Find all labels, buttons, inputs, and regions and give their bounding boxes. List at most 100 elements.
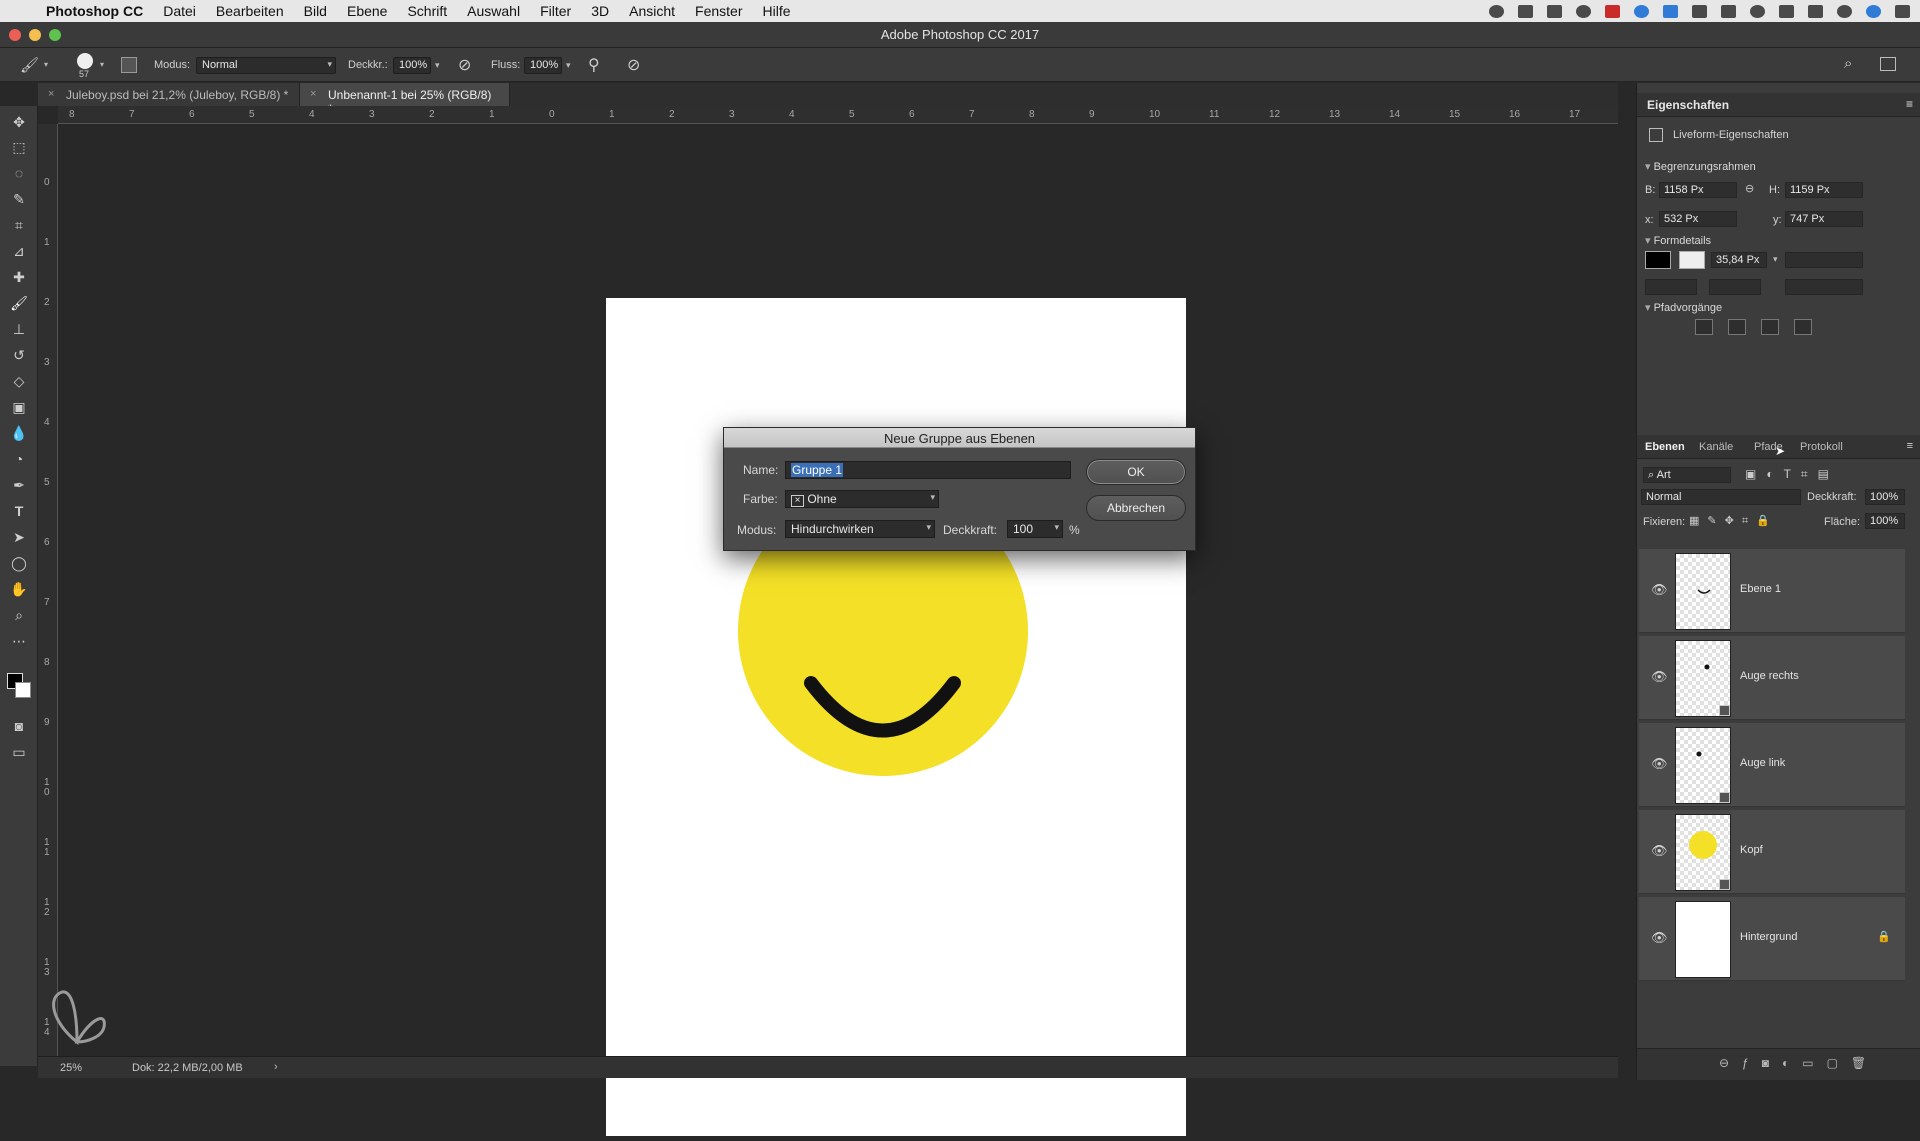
brush-tool-icon[interactable]: 🖌 <box>20 56 39 74</box>
stroke-align-select[interactable] <box>1645 279 1697 295</box>
name-input[interactable]: Gruppe 1 <box>785 461 1071 479</box>
layer-row[interactable]: 👁 Auge rechts <box>1639 636 1905 720</box>
menu-bearbeiten[interactable]: Bearbeiten <box>216 3 284 19</box>
dropbox-icon[interactable] <box>1663 4 1678 18</box>
path-selection-tool-icon[interactable]: ➤ <box>9 527 29 547</box>
menu-fenster[interactable]: Fenster <box>695 3 742 19</box>
opacity-dropdown-icon[interactable]: ▾ <box>435 60 440 71</box>
path-operations-section-header[interactable]: Pfadvorgänge <box>1645 301 1723 314</box>
blur-tool-icon[interactable]: 💧 <box>9 423 29 443</box>
menu-ebene[interactable]: Ebene <box>347 3 387 19</box>
crop-tool-icon[interactable]: ⌗ <box>9 215 29 235</box>
flow-input[interactable]: 100% <box>524 57 562 74</box>
brush-picker-dropdown-icon[interactable]: ▾ <box>100 60 104 69</box>
zoom-level[interactable]: 25% <box>60 1062 82 1074</box>
visibility-eye-icon[interactable]: 👁 <box>1651 756 1668 772</box>
pen-tool-icon[interactable]: ✒ <box>9 475 29 495</box>
screen-icon[interactable] <box>1692 4 1707 18</box>
layer-filter-icons[interactable]: ▣◐T⌗▤ <box>1745 467 1839 482</box>
eraser-tool-icon[interactable]: ◇ <box>9 371 29 391</box>
layer-opacity-input[interactable]: 100% <box>1865 489 1905 505</box>
canvas-area[interactable] <box>52 124 1618 1136</box>
width-input[interactable]: 1158 Px <box>1659 182 1737 198</box>
quick-mask-icon[interactable]: ◙ <box>9 716 29 736</box>
background-color-swatch[interactable] <box>15 682 31 698</box>
gradient-tool-icon[interactable]: ▣ <box>9 397 29 417</box>
visibility-eye-icon[interactable]: 👁 <box>1651 930 1668 946</box>
screen-mode-icon[interactable]: ▭ <box>9 742 29 762</box>
airbrush-icon[interactable]: ⚲ <box>588 55 600 75</box>
eyedropper-tool-icon[interactable]: ⊿ <box>9 241 29 261</box>
menu-hilfe[interactable]: Hilfe <box>763 3 791 19</box>
dodge-tool-icon[interactable]: ◔ <box>9 449 29 469</box>
marquee-tool-icon[interactable]: ⬚ <box>9 137 29 157</box>
lasso-tool-icon[interactable]: ◌ <box>9 163 29 183</box>
height-input[interactable]: 1159 Px <box>1785 182 1863 198</box>
wifi-icon[interactable] <box>1808 4 1823 18</box>
ok-button[interactable]: OK <box>1086 459 1186 485</box>
siri-icon[interactable] <box>1866 4 1881 18</box>
tool-preset-dropdown-icon[interactable]: ▾ <box>44 60 48 69</box>
creative-cloud-icon[interactable] <box>1576 4 1591 18</box>
layer-row[interactable]: 👁 Kopf <box>1639 810 1905 894</box>
pressure-opacity-icon[interactable]: ⊘ <box>458 55 471 75</box>
stroke-width-dropdown-icon[interactable]: ▾ <box>1773 254 1778 265</box>
visibility-eye-icon[interactable]: 👁 <box>1651 843 1668 859</box>
tab-kanaele[interactable]: Kanäle <box>1699 441 1733 453</box>
bluetooth-icon[interactable] <box>1779 4 1794 18</box>
more-tools-icon[interactable]: ⋯ <box>9 631 29 651</box>
visibility-eye-icon[interactable]: 👁 <box>1651 669 1668 685</box>
layer-filter-select[interactable]: ⌕ Art <box>1643 467 1731 483</box>
visibility-eye-icon[interactable]: 👁 <box>1651 582 1668 598</box>
zoom-tool-icon[interactable]: ⌕ <box>9 605 29 625</box>
notification-center-icon[interactable] <box>1895 4 1910 18</box>
airplay-icon[interactable] <box>1721 4 1736 18</box>
menu-bild[interactable]: Bild <box>304 3 327 19</box>
layers-panel-menu-icon[interactable]: ≡ <box>1907 440 1913 452</box>
opacity-input[interactable]: 100% <box>393 57 431 74</box>
opacity-input[interactable]: 100 <box>1007 520 1063 538</box>
y-input[interactable]: 747 Px <box>1785 211 1863 227</box>
stroke-color-swatch[interactable] <box>1679 251 1705 269</box>
healing-brush-tool-icon[interactable]: ✚ <box>9 267 29 287</box>
brush-preview-icon[interactable] <box>77 53 93 69</box>
mode-select[interactable]: Normal <box>196 57 336 74</box>
path-subtract-icon[interactable] <box>1728 319 1746 335</box>
tab-protokoll[interactable]: Protokoll <box>1800 441 1843 453</box>
panel-menu-icon[interactable]: ≡ <box>1906 97 1913 111</box>
path-combine-icon[interactable] <box>1695 319 1713 335</box>
layer-row[interactable]: 👁 Auge link <box>1639 723 1905 807</box>
fill-color-swatch[interactable] <box>1645 251 1671 269</box>
record-icon[interactable] <box>1489 4 1504 18</box>
lock-icons[interactable]: ▦✎✥⌗🔒 <box>1689 514 1778 528</box>
x-input[interactable]: 532 Px <box>1659 211 1737 227</box>
search-icon[interactable]: ⌕ <box>1844 55 1852 72</box>
sync-icon[interactable] <box>1634 4 1649 18</box>
clone-stamp-tool-icon[interactable]: ⊥ <box>9 319 29 339</box>
close-tab-icon[interactable]: × <box>310 88 316 100</box>
quick-selection-tool-icon[interactable]: ✎ <box>9 189 29 209</box>
shape-details-section-header[interactable]: Formdetails <box>1645 234 1711 247</box>
menu-filter[interactable]: Filter <box>540 3 571 19</box>
pressure-size-icon[interactable]: ⊘ <box>627 55 640 75</box>
hand-tool-icon[interactable]: ✋ <box>9 579 29 599</box>
layer-blend-mode-select[interactable]: Normal <box>1641 489 1801 505</box>
flow-dropdown-icon[interactable]: ▾ <box>566 60 571 71</box>
spotlight-icon[interactable] <box>1837 4 1852 18</box>
horizontal-ruler[interactable]: 8 7 6 5 4 3 2 1 0 1 2 3 4 5 6 7 8 9 10 11 12 13 14 15 16 17 <box>58 106 1618 124</box>
ellipse-tool-icon[interactable]: ◯ <box>9 553 29 573</box>
close-tab-icon[interactable]: × <box>48 88 54 100</box>
tab-ebenen[interactable]: Ebenen <box>1645 441 1685 453</box>
brush-tool-active-icon[interactable]: 🖌 <box>9 293 29 313</box>
status-app-icon[interactable] <box>1518 4 1533 18</box>
move-tool-icon[interactable]: ✥ <box>9 112 29 132</box>
type-tool-icon[interactable]: T <box>9 501 29 521</box>
red-app-icon[interactable] <box>1605 4 1620 18</box>
bounds-section-header[interactable]: Begrenzungsrahmen <box>1645 160 1756 173</box>
vertical-ruler[interactable]: 01234567891 01 11 21 31 4 <box>38 124 58 1056</box>
menu-datei[interactable]: Datei <box>163 3 196 19</box>
link-dimensions-icon[interactable]: ⊖ <box>1745 182 1754 195</box>
fill-input[interactable]: 100% <box>1865 513 1905 529</box>
menu-app-name[interactable]: Photoshop CC <box>46 3 143 19</box>
layer-actions-icons[interactable]: ⊖ƒ◙◐▭▢🗑 <box>1719 1056 1879 1070</box>
